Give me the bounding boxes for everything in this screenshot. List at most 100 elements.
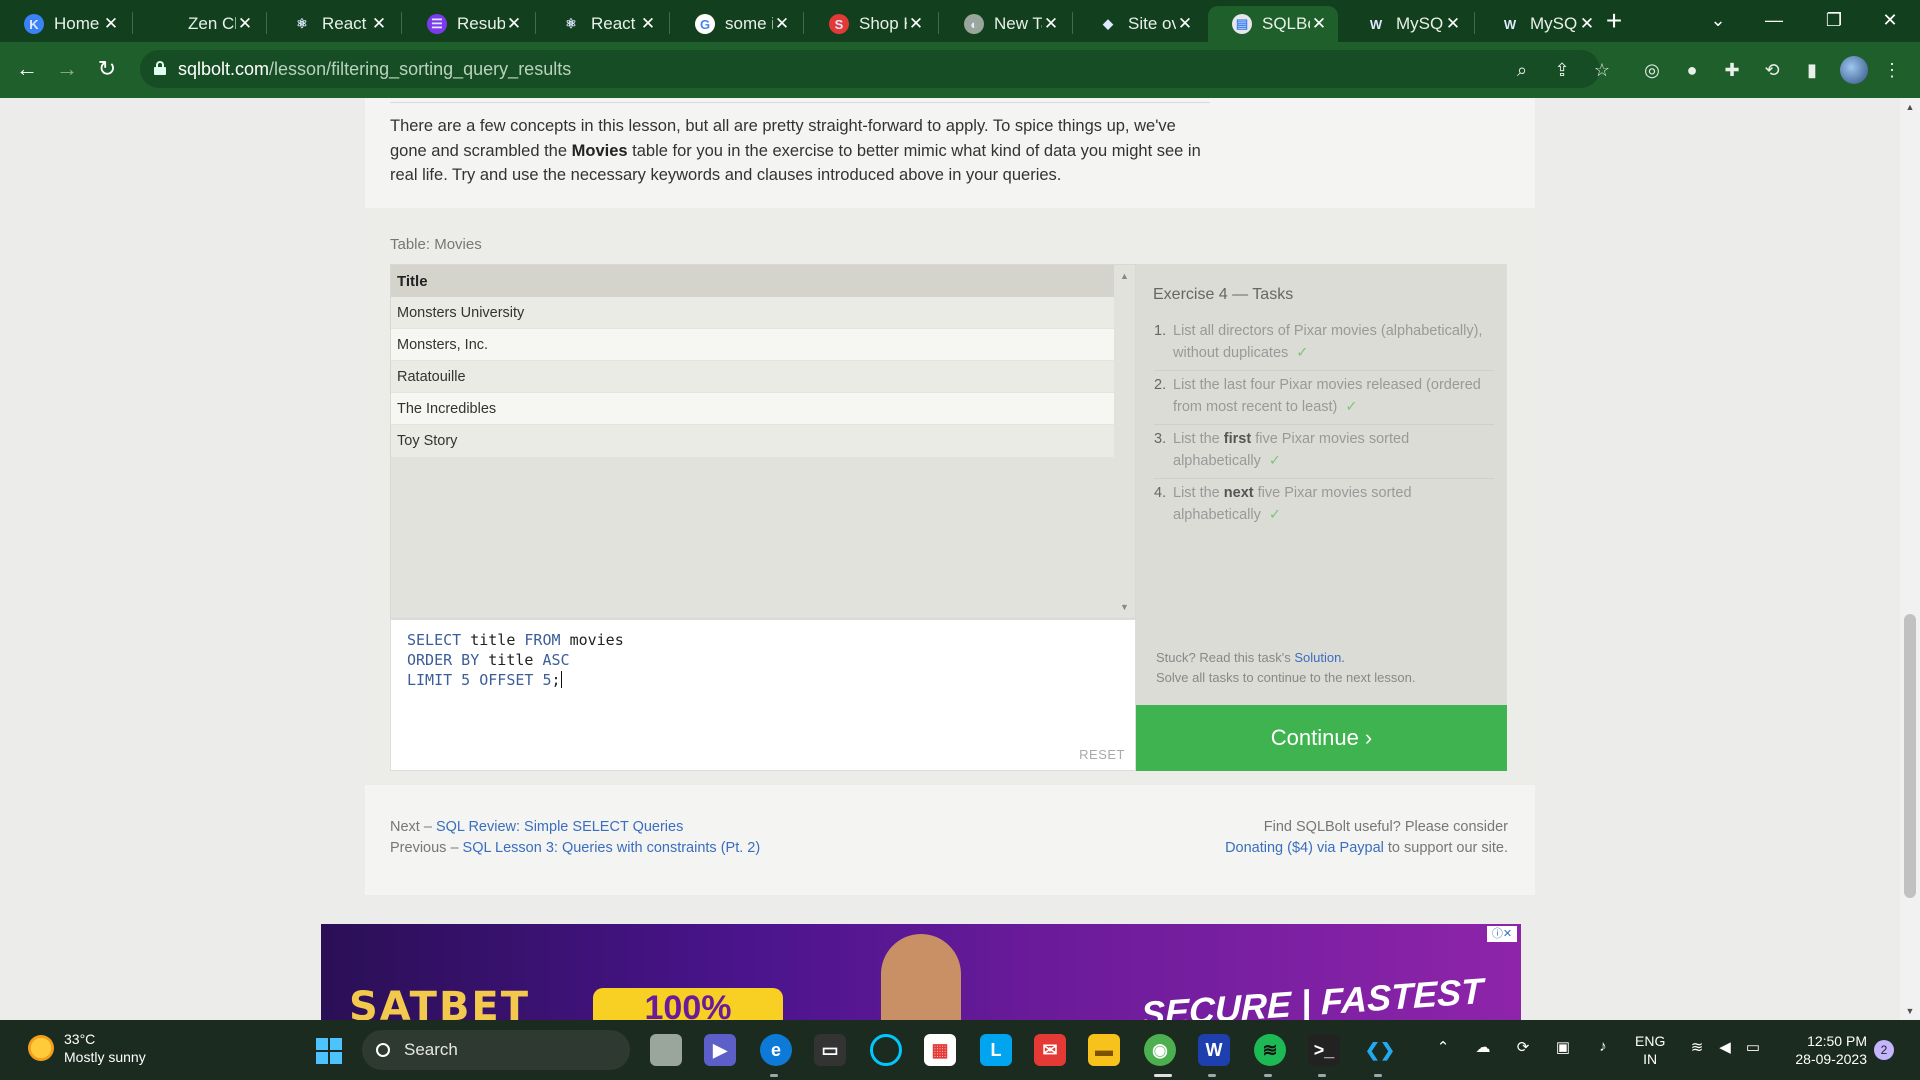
url-text[interactable]: sqlbolt.com/lesson/filtering_sorting_que…: [178, 59, 571, 80]
browser-tab[interactable]: ▤ SQLBol✕: [1208, 6, 1338, 42]
browser-tab[interactable]: Gsome i ✕: [671, 6, 801, 42]
table-scrollbar[interactable]: ▲ ▼: [1114, 265, 1135, 618]
alexa-icon[interactable]: [870, 1034, 902, 1066]
profile-avatar[interactable]: [1840, 56, 1868, 84]
system-clock[interactable]: 12:50 PM 28-09-2023: [1785, 1032, 1867, 1068]
browser-tab[interactable]: W MySQL✕: [1476, 6, 1606, 42]
browser-tab[interactable]: ☰ Resubr✕: [403, 6, 533, 42]
close-tab-icon[interactable]: ✕: [639, 14, 657, 34]
browser-tab[interactable]: ⚛ React /✕: [268, 6, 398, 42]
onedrive-icon[interactable]: ☁: [1472, 1038, 1494, 1060]
terminal-icon[interactable]: >_: [1308, 1034, 1340, 1066]
next-lesson-link[interactable]: SQL Review: Simple SELECT Queries: [436, 819, 683, 835]
minimize-button[interactable]: —: [1746, 0, 1802, 40]
chakra-icon: K: [24, 14, 44, 34]
scrollbar-thumb[interactable]: [1904, 614, 1916, 898]
chrome-icon[interactable]: ◉: [1144, 1034, 1176, 1066]
menu-kebab-icon[interactable]: ⋮: [1878, 56, 1906, 84]
solution-link[interactable]: Solution.: [1294, 650, 1345, 665]
microphone-icon[interactable]: ♪: [1592, 1038, 1614, 1060]
donate-link[interactable]: Donating ($4) via Paypal: [1225, 840, 1384, 856]
edge-icon[interactable]: e: [760, 1034, 792, 1066]
close-tab-icon[interactable]: ✕: [1310, 14, 1328, 34]
ad-close-icon[interactable]: ⓘ✕: [1487, 926, 1517, 942]
lock-icon[interactable]: [154, 61, 166, 75]
tab-title: Home: [54, 14, 100, 33]
browser-tab[interactable]: ◐ New Ta✕: [940, 6, 1070, 42]
scroll-up-arrow-icon[interactable]: ▲: [1114, 271, 1135, 281]
close-tab-icon[interactable]: ✕: [1578, 14, 1596, 34]
taskbar-search[interactable]: Search: [362, 1030, 630, 1070]
back-icon[interactable]: ←: [10, 52, 44, 86]
previous-lesson-link[interactable]: SQL Lesson 3: Queries with constraints (…: [463, 840, 761, 856]
zoom-icon[interactable]: ⌕: [1508, 56, 1536, 84]
vscode-icon[interactable]: ❮❯: [1364, 1034, 1396, 1066]
start-button[interactable]: [316, 1038, 342, 1064]
browser-tab[interactable]: ⚛ React /✕: [537, 6, 667, 42]
close-tab-icon[interactable]: ✕: [1042, 14, 1060, 34]
sql-editor[interactable]: SELECT title FROM movies ORDER BY title …: [390, 619, 1136, 771]
file-explorer-icon[interactable]: ▬: [1088, 1034, 1120, 1066]
bookmark-star-icon[interactable]: ☆: [1588, 56, 1616, 84]
reset-button[interactable]: RESET: [1079, 747, 1125, 762]
spotify-icon[interactable]: ≋: [1254, 1034, 1286, 1066]
sqlbolt-icon: ▤: [1232, 14, 1252, 34]
weather-widget[interactable]: 33°C Mostly sunny: [28, 1030, 146, 1066]
share-icon[interactable]: ⇪: [1548, 56, 1576, 84]
w-app-icon[interactable]: W: [1198, 1034, 1230, 1066]
sql-code[interactable]: SELECT title FROM movies ORDER BY title …: [407, 630, 624, 690]
continue-button[interactable]: Continue ›: [1136, 705, 1507, 771]
close-tab-icon[interactable]: ✕: [236, 14, 254, 34]
browser-tab[interactable]: K Home ✕: [0, 6, 130, 42]
check-icon: ✓: [1268, 453, 1282, 469]
l-app-icon[interactable]: L: [980, 1034, 1012, 1066]
forward-icon[interactable]: →: [50, 52, 84, 86]
language-indicator[interactable]: ENG IN: [1635, 1032, 1665, 1068]
close-tab-icon[interactable]: ✕: [370, 14, 388, 34]
extensions-puzzle-icon[interactable]: ✚: [1718, 56, 1746, 84]
tab-search-icon[interactable]: ⌄: [1690, 0, 1746, 40]
close-tab-icon[interactable]: ✕: [1176, 14, 1194, 34]
store-icon[interactable]: ▦: [924, 1034, 956, 1066]
wifi-icon[interactable]: ≋: [1686, 1038, 1708, 1060]
side-panel-icon[interactable]: ▮: [1798, 56, 1826, 84]
teams-icon[interactable]: ▶: [704, 1034, 736, 1066]
browser-tab[interactable]: S Shop H✕: [805, 6, 935, 42]
close-tab-icon[interactable]: ✕: [505, 14, 523, 34]
task-view-icon[interactable]: [650, 1034, 682, 1066]
notification-badge[interactable]: 2: [1874, 1040, 1894, 1060]
page-scrollbar[interactable]: ▲ ▼: [1900, 98, 1920, 1020]
restore-button[interactable]: ❐: [1806, 0, 1862, 40]
recorder-icon[interactable]: ✉: [1034, 1034, 1066, 1066]
calendar-badge-icon[interactable]: ▣: [1552, 1038, 1574, 1060]
extension-sync-icon[interactable]: ⟲: [1758, 56, 1786, 84]
scroll-down-arrow-icon[interactable]: ▼: [1114, 602, 1135, 612]
browser-tab[interactable]: ◆ Site ov ✕: [1074, 6, 1204, 42]
browser-tab[interactable]: W MySQL✕: [1342, 6, 1472, 42]
close-tab-icon[interactable]: ✕: [773, 14, 791, 34]
tray-chevron-up-icon[interactable]: ⌃: [1432, 1038, 1454, 1060]
battery-icon[interactable]: ▭: [1742, 1038, 1764, 1060]
sync-icon[interactable]: ⟳: [1512, 1038, 1534, 1060]
new-tab-button[interactable]: +: [1598, 6, 1630, 38]
reload-icon[interactable]: ↻: [90, 52, 124, 86]
close-tab-icon[interactable]: ✕: [907, 14, 925, 34]
running-indicator: [770, 1074, 778, 1077]
extension-circle-icon[interactable]: ●: [1678, 56, 1706, 84]
scroll-up-arrow-icon[interactable]: ▲: [1900, 102, 1920, 112]
tab-title: some i: [725, 14, 773, 33]
extension-target-icon[interactable]: ◎: [1638, 56, 1666, 84]
advertisement-banner[interactable]: SATBET 100% SECURE | FASTEST ⓘ✕: [321, 924, 1521, 1020]
tab-title: New Ta: [994, 14, 1042, 33]
close-tab-icon[interactable]: ✕: [1444, 14, 1462, 34]
react-icon: ⚛: [561, 14, 581, 34]
app-icon[interactable]: ▭: [814, 1034, 846, 1066]
close-tab-icon[interactable]: ✕: [102, 14, 120, 34]
address-bar[interactable]: sqlbolt.com/lesson/filtering_sorting_que…: [140, 50, 1600, 88]
task-item: 1. List all directors of Pixar movies (a…: [1154, 320, 1494, 371]
scroll-down-arrow-icon[interactable]: ▼: [1900, 1006, 1920, 1016]
close-window-button[interactable]: ✕: [1862, 0, 1918, 40]
volume-icon[interactable]: ◀: [1714, 1038, 1736, 1060]
browser-tab[interactable]: Zen Cl ✕: [134, 6, 264, 42]
tab-title: Site ov: [1128, 14, 1176, 33]
